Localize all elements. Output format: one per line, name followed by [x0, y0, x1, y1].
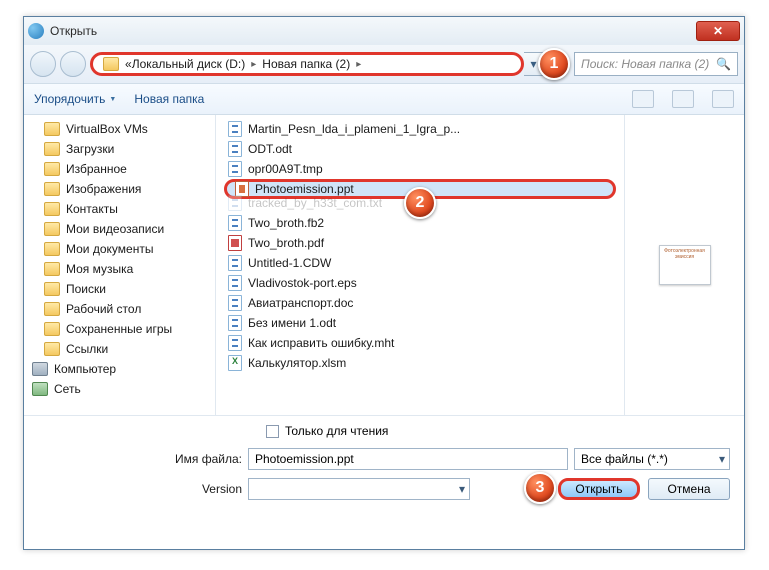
tree-item[interactable]: Сохраненные игры — [24, 319, 215, 339]
help-button[interactable] — [712, 90, 734, 108]
tree-item[interactable]: Избранное — [24, 159, 215, 179]
organize-menu[interactable]: Упорядочить▼ — [34, 92, 116, 106]
nav-forward-button[interactable] — [60, 51, 86, 77]
folder-icon — [44, 342, 60, 356]
tree-item[interactable]: Мои документы — [24, 239, 215, 259]
tree-item[interactable]: Сеть — [24, 379, 215, 399]
titlebar: Открыть ✕ — [24, 17, 744, 45]
folder-icon — [44, 162, 60, 176]
cancel-button[interactable]: Отмена — [648, 478, 730, 500]
tree-item[interactable]: VirtualBox VMs — [24, 119, 215, 139]
tree-item[interactable]: Поиски — [24, 279, 215, 299]
file-icon — [228, 255, 242, 271]
comp-icon — [32, 362, 48, 376]
nav-back-button[interactable] — [30, 51, 56, 77]
file-icon — [228, 315, 242, 331]
folder-icon — [44, 222, 60, 236]
search-input[interactable]: Поиск: Новая папка (2) 🔍 — [574, 52, 738, 76]
preview-thumbnail: Фотоэлектронная эмиссия — [659, 245, 711, 285]
file-row[interactable]: Two_broth.pdf — [224, 233, 616, 253]
folder-icon — [44, 322, 60, 336]
dialog-body: VirtualBox VMsЗагрузкиИзбранноеИзображен… — [24, 115, 744, 415]
address-bar[interactable]: « Локальный диск (D:) Новая папка (2) — [90, 52, 524, 76]
tree-item[interactable]: Компьютер — [24, 359, 215, 379]
annotation-marker-3: 3 — [524, 472, 556, 504]
net-icon — [32, 382, 48, 396]
breadcrumb-part-1[interactable]: Новая папка (2) — [262, 57, 367, 71]
navbar: « Локальный диск (D:) Новая папка (2) ▾ … — [24, 45, 744, 83]
tree-item[interactable]: Рабочий стол — [24, 299, 215, 319]
file-list[interactable]: Martin_Pesn_lda_i_plameni_1_Igra_p...ODT… — [216, 115, 624, 415]
folder-icon — [103, 57, 119, 71]
file-icon — [228, 295, 242, 311]
open-button[interactable]: Открыть — [558, 478, 640, 500]
filename-input[interactable] — [248, 448, 568, 470]
open-dialog: Открыть ✕ « Локальный диск (D:) Новая па… — [23, 16, 745, 550]
filename-label: Имя файла: — [38, 452, 242, 466]
chevron-down-icon: ▼ — [109, 96, 116, 103]
readonly-label: Только для чтения — [285, 424, 388, 438]
folder-icon — [44, 242, 60, 256]
folder-icon — [44, 302, 60, 316]
folder-icon — [44, 142, 60, 156]
file-row[interactable]: Авиатранспорт.doc — [224, 293, 616, 313]
file-row[interactable]: ODT.odt — [224, 139, 616, 159]
search-placeholder: Поиск: Новая папка (2) — [581, 57, 709, 71]
file-row[interactable]: Vladivostok-port.eps — [224, 273, 616, 293]
preview-pane-button[interactable] — [672, 90, 694, 108]
footer: Только для чтения Имя файла: Все файлы (… — [24, 415, 744, 516]
version-label: Version — [38, 482, 242, 496]
readonly-checkbox[interactable] — [266, 425, 279, 438]
annotation-marker-1: 1 — [538, 48, 570, 80]
folder-icon — [44, 282, 60, 296]
app-icon — [28, 23, 44, 39]
file-row[interactable]: Untitled-1.CDW — [224, 253, 616, 273]
file-row[interactable]: opr00A9T.tmp — [224, 159, 616, 179]
folder-icon — [44, 262, 60, 276]
folder-icon — [44, 202, 60, 216]
folder-tree[interactable]: VirtualBox VMsЗагрузкиИзбранноеИзображен… — [24, 115, 216, 415]
file-row[interactable]: Как исправить ошибку.mht — [224, 333, 616, 353]
folder-icon — [44, 122, 60, 136]
file-icon — [228, 235, 242, 251]
new-folder-button[interactable]: Новая папка — [134, 92, 204, 106]
tree-item[interactable]: Изображения — [24, 179, 215, 199]
search-icon: 🔍 — [716, 57, 731, 71]
annotation-marker-2: 2 — [404, 187, 436, 219]
file-icon — [228, 141, 242, 157]
file-icon — [228, 161, 242, 177]
tree-item[interactable]: Ссылки — [24, 339, 215, 359]
file-row[interactable]: Martin_Pesn_lda_i_plameni_1_Igra_p... — [224, 119, 616, 139]
file-row[interactable]: Без имени 1.odt — [224, 313, 616, 333]
folder-icon — [44, 182, 60, 196]
toolbar: Упорядочить▼ Новая папка — [24, 83, 744, 115]
version-select[interactable] — [248, 478, 470, 500]
file-icon — [228, 275, 242, 291]
preview-pane: Фотоэлектронная эмиссия — [624, 115, 744, 415]
filetype-filter[interactable]: Все файлы (*.*) — [574, 448, 730, 470]
tree-item[interactable]: Моя музыка — [24, 259, 215, 279]
file-icon — [228, 355, 242, 371]
tree-item[interactable]: Загрузки — [24, 139, 215, 159]
file-icon — [228, 335, 242, 351]
view-options-button[interactable] — [632, 90, 654, 108]
window-title: Открыть — [50, 24, 696, 38]
close-button[interactable]: ✕ — [696, 21, 740, 41]
tree-item[interactable]: Мои видеозаписи — [24, 219, 215, 239]
file-icon — [228, 215, 242, 231]
file-icon — [228, 121, 242, 137]
breadcrumb-prefix: « — [125, 57, 132, 71]
file-row[interactable]: Калькулятор.xlsm — [224, 353, 616, 373]
breadcrumb-part-0[interactable]: Локальный диск (D:) — [132, 57, 263, 71]
tree-item[interactable]: Контакты — [24, 199, 215, 219]
file-icon — [228, 195, 242, 211]
